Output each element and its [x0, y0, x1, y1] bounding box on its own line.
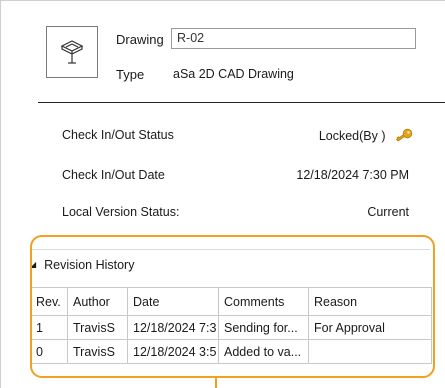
local-version-label: Local Version Status: — [62, 205, 180, 219]
type-value: aSa 2D CAD Drawing — [173, 67, 294, 81]
cad-drawing-icon — [60, 40, 84, 64]
drawing-name-field[interactable]: R-02 — [171, 28, 416, 49]
checkinout-date-label: Check In/Out Date — [62, 168, 165, 182]
key-icon — [396, 128, 413, 142]
highlight-annotation-box — [30, 235, 435, 378]
drawing-thumbnail — [46, 26, 98, 78]
section-divider — [38, 102, 445, 103]
local-version-value: Current — [367, 205, 409, 219]
checkinout-status-value: Locked(By ) — [319, 128, 413, 143]
drawing-label: Drawing — [116, 32, 164, 47]
highlight-annotation-pointer — [215, 377, 217, 388]
checkinout-status-label: Check In/Out Status — [62, 128, 174, 142]
checkinout-date-value: 12/18/2024 7:30 PM — [296, 168, 409, 182]
type-label: Type — [116, 67, 145, 82]
checkinout-status-text: Locked(By ) — [318, 129, 386, 143]
